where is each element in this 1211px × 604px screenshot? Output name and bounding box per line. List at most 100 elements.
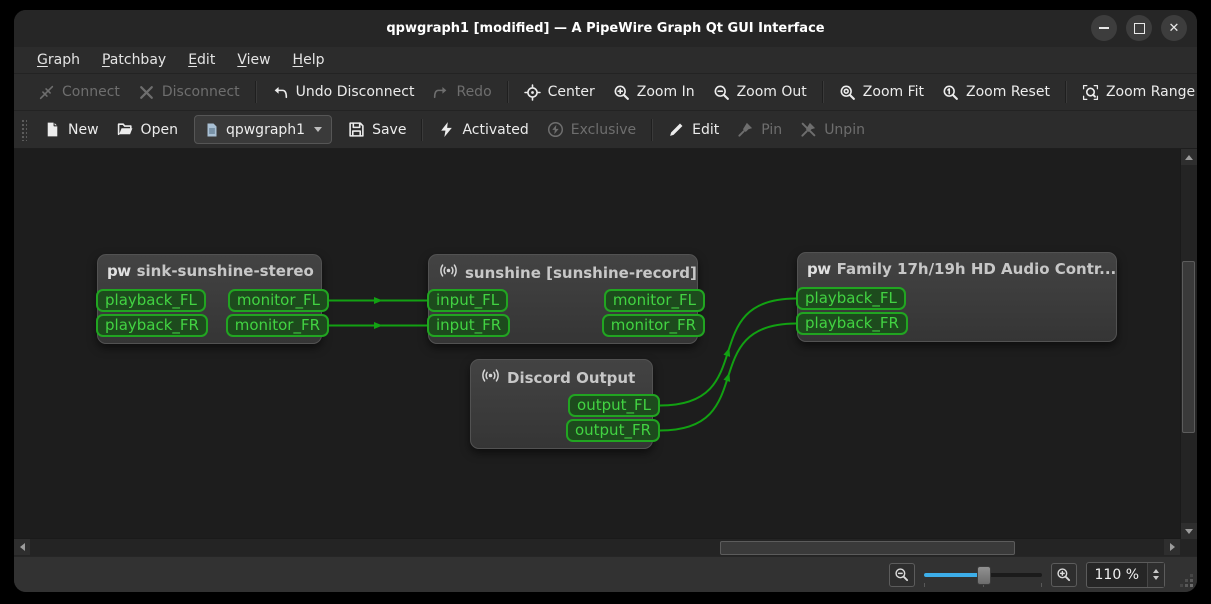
edit-button[interactable]: Edit xyxy=(659,116,728,144)
connections-layer xyxy=(329,297,797,432)
node-sink-sunshine-stereo[interactable]: pw sink-sunshine-stereo playback_FL playbac… xyxy=(96,254,329,344)
resize-grip[interactable] xyxy=(1180,574,1193,587)
node-header: Discord Output xyxy=(471,360,652,388)
close-icon: ✕ xyxy=(1168,20,1180,36)
status-zoom-out-button[interactable] xyxy=(888,562,915,587)
port-playback_FL[interactable]: playback_FL xyxy=(96,289,206,312)
zoom-in-icon xyxy=(613,84,630,101)
pipewire-icon: pw xyxy=(107,262,131,280)
node-title: Discord Output xyxy=(507,368,636,387)
pipewire-icon: pw xyxy=(807,260,831,278)
zoom-slider[interactable] xyxy=(923,564,1042,587)
h-scrollbar[interactable] xyxy=(14,538,1180,556)
graph-canvas[interactable]: pw sink-sunshine-stereo playback_FL playbac… xyxy=(14,149,1197,556)
window-controls: ✕ xyxy=(1091,15,1187,41)
desktop: { "window": { "title": "qpwgraph1 [modif… xyxy=(0,0,1211,604)
spin-up-button[interactable] xyxy=(1153,569,1159,573)
patchbay-select[interactable]: qpwgraph1 xyxy=(193,115,333,144)
undo-label: Undo Disconnect xyxy=(295,84,415,100)
zoom-slider-fill xyxy=(923,572,983,577)
exclusive-label: Exclusive xyxy=(570,121,637,138)
zoom-out-label: Zoom Out xyxy=(736,84,807,100)
node-sunshine[interactable]: sunshine [sunshine-record] input_FL input_… xyxy=(427,254,705,344)
zoom-value: 110 % xyxy=(1094,566,1139,583)
zoom-in-label: Zoom In xyxy=(636,84,695,100)
open-icon xyxy=(117,121,134,138)
zoom-spinbox[interactable]: 110 % xyxy=(1085,561,1165,588)
arrow-left-icon xyxy=(19,543,25,551)
scrollbar-corner xyxy=(1180,539,1197,556)
port-monitor_FL[interactable]: monitor_FL xyxy=(227,289,329,312)
spin-down-button[interactable] xyxy=(1153,576,1159,580)
port-playback_FL[interactable]: playback_FL xyxy=(796,287,906,310)
toolbar-separator xyxy=(254,81,257,103)
h-scroll-thumb[interactable] xyxy=(720,541,1015,555)
connect-icon xyxy=(38,84,55,101)
port-playback_FR[interactable]: playback_FR xyxy=(96,314,208,337)
port-monitor_FR[interactable]: monitor_FR xyxy=(225,314,329,337)
broadcast-icon xyxy=(438,262,459,283)
unpin-label: Unpin xyxy=(824,121,865,138)
close-button[interactable]: ✕ xyxy=(1161,15,1187,41)
new-button[interactable]: New xyxy=(35,116,108,144)
zoom-in-button[interactable]: Zoom In xyxy=(604,78,704,106)
slider-tick xyxy=(923,582,925,587)
zoom-fit-button[interactable]: Zoom Fit xyxy=(830,78,933,106)
zoom-out-icon xyxy=(713,84,730,101)
minimize-icon xyxy=(1099,27,1109,29)
menu-edit[interactable]: Edit xyxy=(177,50,226,70)
toolbar-patchbay: New Open qpwgraph1 Save Activated Exclusive Ed… xyxy=(14,111,1197,149)
redo-label: Redo xyxy=(456,84,492,100)
menu-graph[interactable]: Graph xyxy=(26,50,91,70)
zoom-slider-handle[interactable] xyxy=(976,565,991,585)
h-scroll-right-button[interactable] xyxy=(1164,539,1180,555)
maximize-icon xyxy=(1133,22,1145,34)
port-input_FL[interactable]: input_FL xyxy=(427,289,509,312)
port-output_FL[interactable]: output_FL xyxy=(568,394,660,417)
status-zoom-in-button[interactable] xyxy=(1050,562,1077,587)
undo-button[interactable]: Undo Disconnect xyxy=(263,78,424,106)
node-discord-output[interactable]: Discord Output output_FL output_FR xyxy=(470,359,660,449)
v-scroll-thumb[interactable] xyxy=(1182,261,1195,433)
minimize-button[interactable] xyxy=(1091,15,1117,41)
toolbar-main: Connect Disconnect Undo Disconnect Redo Cent… xyxy=(14,74,1197,111)
port-monitor_FL[interactable]: monitor_FL xyxy=(603,289,705,312)
v-scroll-up-button[interactable] xyxy=(1181,149,1197,165)
h-scroll-left-button[interactable] xyxy=(14,539,30,555)
activated-button[interactable]: Activated xyxy=(429,116,537,144)
menu-patchbay[interactable]: Patchbay xyxy=(91,50,177,70)
v-scroll-down-button[interactable] xyxy=(1181,523,1197,539)
open-label: Open xyxy=(140,121,178,138)
v-scrollbar[interactable] xyxy=(1180,149,1197,539)
open-button[interactable]: Open xyxy=(108,116,187,144)
port-output_FR[interactable]: output_FR xyxy=(565,419,660,442)
save-icon xyxy=(348,121,365,138)
center-icon xyxy=(523,83,541,101)
zoom-reset-button[interactable]: Zoom Reset xyxy=(933,78,1059,106)
node-title: Family 17h/19h HD Audio Contr... xyxy=(836,260,1117,278)
node-family-audio[interactable]: pw Family 17h/19h HD Audio Contr... playba… xyxy=(796,252,1117,342)
port-monitor_FR[interactable]: monitor_FR xyxy=(601,314,705,337)
zoom-in-icon xyxy=(1057,568,1071,582)
node-title: sunshine [sunshine-record] xyxy=(465,263,697,282)
exclusive-icon xyxy=(547,121,564,138)
connect-button: Connect xyxy=(29,78,129,106)
new-icon xyxy=(44,121,61,138)
zoom-range-button[interactable]: Zoom Range xyxy=(1073,78,1197,106)
maximize-button[interactable] xyxy=(1126,15,1152,41)
undo-icon xyxy=(272,84,289,101)
toolbar-drag-handle[interactable] xyxy=(21,118,27,141)
center-button[interactable]: Center xyxy=(515,78,604,106)
zoom-range-label: Zoom Range xyxy=(1105,84,1196,100)
menu-view[interactable]: View xyxy=(226,50,281,70)
titlebar[interactable]: qpwgraph1 [modified] — A PipeWire Graph … xyxy=(14,10,1197,47)
toolbar-separator xyxy=(506,81,509,103)
save-label: Save xyxy=(372,121,407,138)
save-button[interactable]: Save xyxy=(339,116,415,144)
zoom-reset-icon xyxy=(942,84,959,101)
zoom-out-button[interactable]: Zoom Out xyxy=(704,78,816,106)
port-input_FR[interactable]: input_FR xyxy=(427,314,511,337)
app-window: qpwgraph1 [modified] — A PipeWire Graph … xyxy=(14,10,1197,592)
port-playback_FR[interactable]: playback_FR xyxy=(796,312,908,335)
menu-help[interactable]: Help xyxy=(282,50,336,70)
